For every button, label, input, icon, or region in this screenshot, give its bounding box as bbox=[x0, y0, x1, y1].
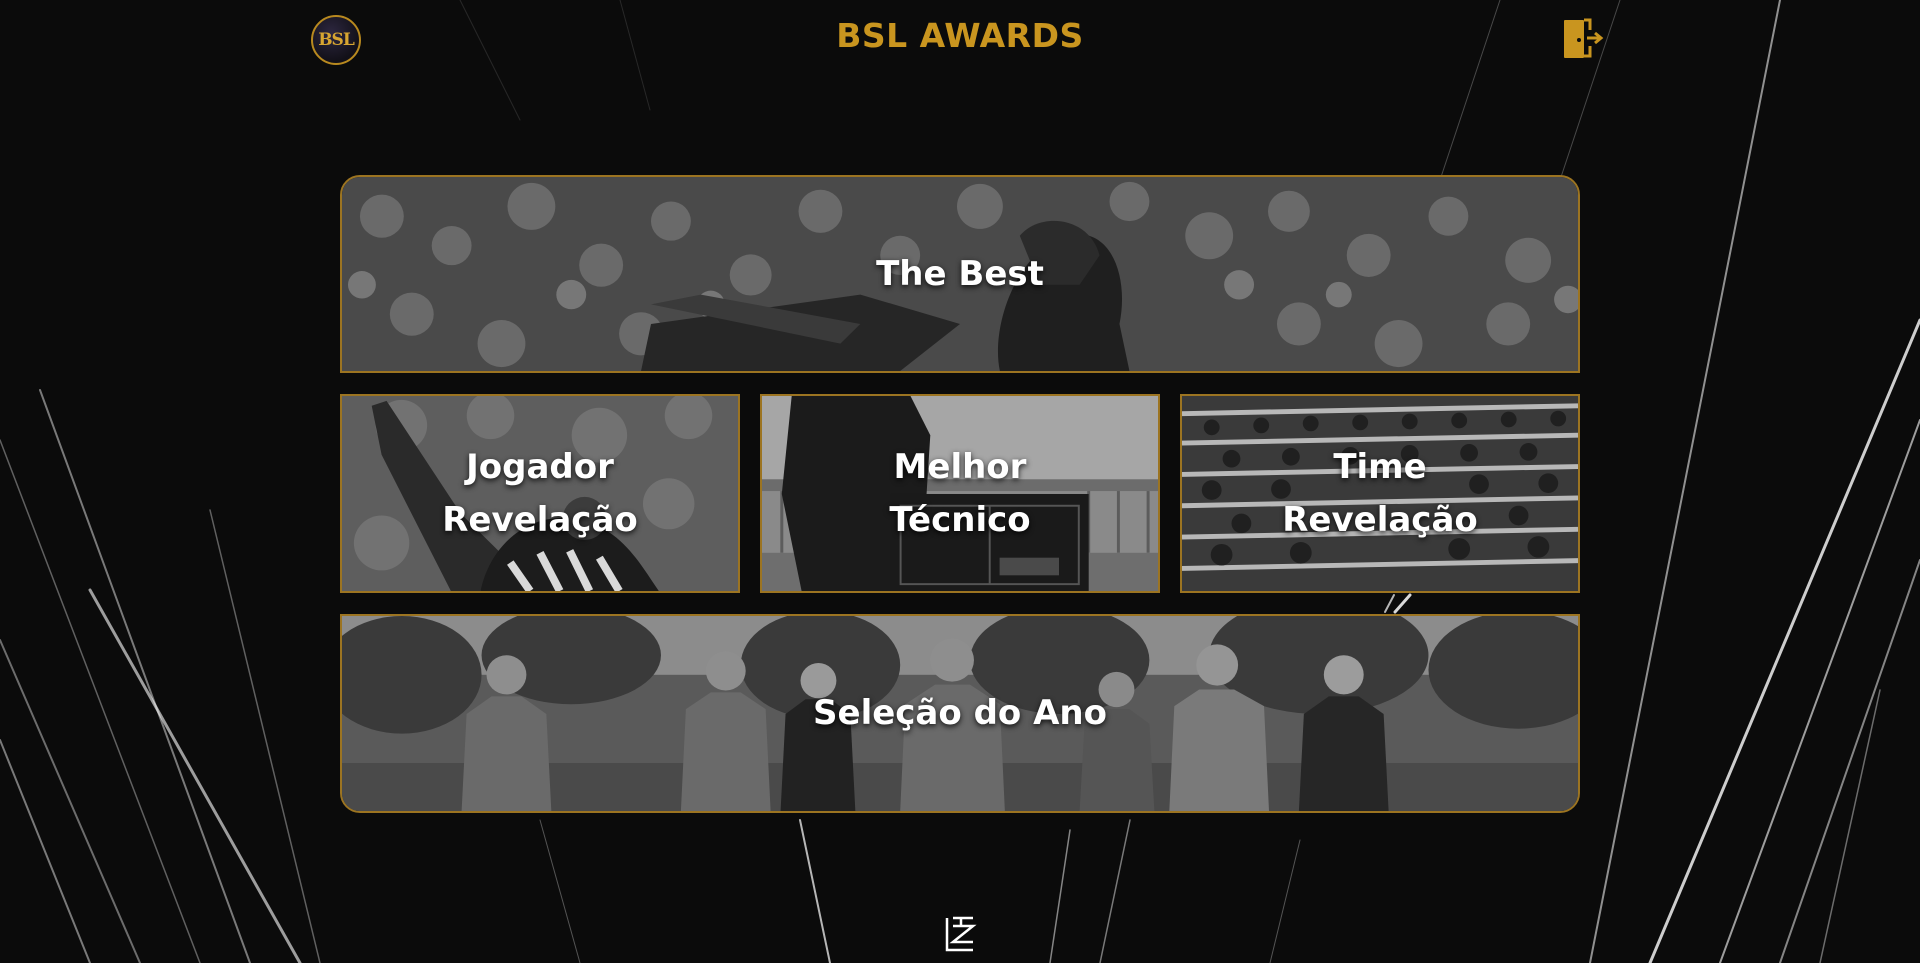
category-card-selecao-do-ano[interactable]: Seleção do Ano bbox=[340, 614, 1580, 813]
page-title: BSL AWARDS bbox=[836, 16, 1084, 55]
bsl-logo[interactable]: BSL bbox=[311, 15, 361, 65]
category-card-the-best[interactable]: The Best bbox=[340, 175, 1580, 373]
door-exit-icon bbox=[1564, 18, 1604, 58]
category-card-jogador-revelacao[interactable]: Jogador Revelação bbox=[340, 394, 740, 593]
app-screen: BSL BSL AWARDS The Best Jogador Revelaçã… bbox=[0, 0, 1920, 963]
category-card-time-revelacao[interactable]: Time Revelação bbox=[1180, 394, 1580, 593]
top-bar: BSL BSL AWARDS bbox=[0, 0, 1920, 80]
category-card-melhor-tecnico[interactable]: Melhor Técnico bbox=[760, 394, 1160, 593]
category-label: Time Revelação bbox=[1282, 446, 1478, 540]
logo-text: BSL bbox=[318, 30, 355, 50]
category-label: Melhor Técnico bbox=[889, 446, 1031, 540]
category-label: Seleção do Ano bbox=[813, 693, 1107, 733]
logout-button[interactable] bbox=[1560, 16, 1606, 62]
category-label: The Best bbox=[876, 253, 1044, 294]
signature-logo-icon bbox=[945, 916, 977, 952]
category-label: Jogador Revelação bbox=[442, 446, 638, 540]
